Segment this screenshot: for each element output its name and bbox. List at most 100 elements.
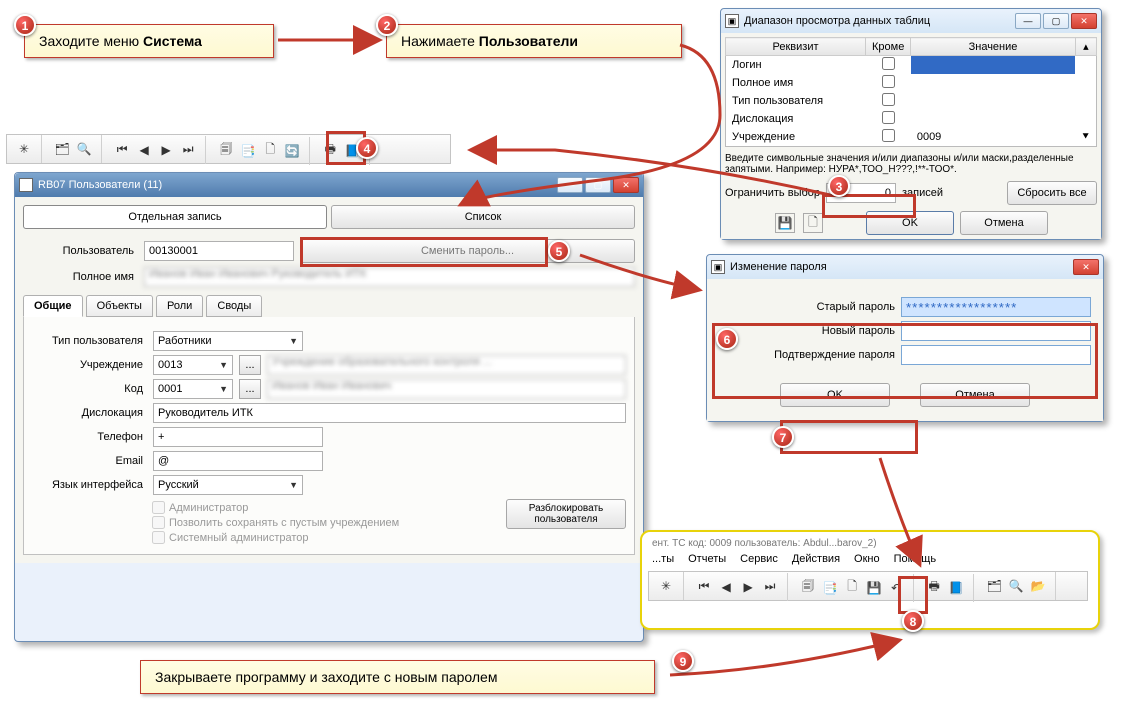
close-button[interactable]: ✕ (1071, 13, 1097, 29)
unlock-user-button[interactable]: Разблокировать пользователя (506, 499, 626, 529)
nav-prev-icon[interactable]: ◀ (716, 577, 736, 597)
fullname-label: Полное имя (23, 271, 138, 283)
sysadmin-checkbox[interactable] (152, 531, 165, 544)
range-value[interactable] (911, 110, 1075, 128)
nav-last-icon[interactable]: ⏭ (178, 140, 198, 160)
toolbar-icon[interactable]: 🗐 (216, 141, 236, 161)
save-icon[interactable]: 💾 (864, 578, 884, 598)
range-dialog-titlebar[interactable]: ▣ Диапазон просмотра данных таблиц — ▢ ✕ (721, 9, 1101, 33)
list-button[interactable]: Список (331, 205, 635, 229)
marker-7: 7 (772, 426, 794, 448)
range-row-login[interactable]: Логин (726, 56, 1097, 75)
minimize-button[interactable]: — (557, 177, 583, 193)
except-checkbox[interactable] (882, 75, 895, 88)
range-row-usertype[interactable]: Тип пользователя (726, 92, 1097, 110)
menu-item[interactable]: Действия (792, 553, 840, 565)
range-hint: Введите символьные значения и/или диапаз… (725, 153, 1097, 175)
col-value[interactable]: Значение (911, 38, 1075, 56)
tab-reports[interactable]: Своды (206, 295, 262, 317)
range-row-institution[interactable]: Учреждение 0009 ⯆ (726, 128, 1097, 147)
toolbar-icon[interactable]: 📑 (820, 578, 840, 598)
email-input[interactable] (153, 451, 323, 471)
tab-common[interactable]: Общие (23, 295, 83, 317)
combo-value: 0001 (158, 383, 182, 395)
admin-checkbox[interactable] (152, 501, 165, 514)
toolbar-icon[interactable]: ✳ (656, 576, 676, 596)
menu-item[interactable]: Помощь (894, 553, 937, 565)
user-input[interactable] (144, 241, 294, 261)
except-checkbox[interactable] (882, 57, 895, 70)
code-browse-button[interactable]: ... (239, 379, 261, 399)
menu-item[interactable]: ...ты (652, 553, 674, 565)
institution-browse-button[interactable]: ... (239, 355, 261, 375)
nav-first-icon[interactable]: ⏮ (112, 140, 132, 160)
allowempty-checkbox[interactable] (152, 516, 165, 529)
location-input[interactable] (153, 403, 626, 423)
book-icon: ▣ (725, 14, 739, 28)
reset-all-button[interactable]: Сбросить все (1007, 181, 1097, 205)
institution-combo[interactable]: 0013▼ (153, 355, 233, 375)
col-except[interactable]: Кроме (866, 38, 911, 56)
range-value[interactable] (911, 92, 1075, 110)
old-password-input[interactable] (901, 297, 1091, 317)
close-button[interactable]: ✕ (1073, 259, 1099, 275)
usertype-combo[interactable]: Работники▼ (153, 331, 303, 351)
users-titlebar[interactable]: ▣ RB07 Пользователи (11) — ▢ ✕ (15, 173, 643, 197)
tab-objects[interactable]: Объекты (86, 295, 153, 317)
marker-6: 6 (716, 328, 738, 350)
code-combo[interactable]: 0001▼ (153, 379, 233, 399)
range-dialog-title: Диапазон просмотра данных таблиц (744, 15, 930, 27)
toolbar-icon[interactable]: ✳ (14, 139, 34, 159)
toolbar-icon[interactable]: 📂 (1028, 576, 1048, 596)
range-value[interactable] (911, 56, 1075, 75)
menu-item[interactable]: Отчеты (688, 553, 726, 565)
save-filter-icon[interactable]: 💾 (775, 213, 795, 233)
combo-value: Русский (158, 479, 199, 491)
toolbar-icon[interactable]: 🗂 (52, 139, 72, 159)
except-checkbox[interactable] (882, 129, 895, 142)
minimize-button[interactable]: — (1015, 13, 1041, 29)
toolbar-icon[interactable]: 📑 (238, 141, 258, 161)
toolbar-icon[interactable]: 🔍 (1006, 576, 1026, 596)
maximize-button[interactable]: ▢ (1043, 13, 1069, 29)
nav-last-icon[interactable]: ⏭ (760, 577, 780, 597)
toolbar-icon[interactable]: 🗋 (260, 141, 280, 161)
toolbar-icon[interactable]: 🔍 (74, 139, 94, 159)
range-value[interactable] (911, 74, 1075, 92)
range-row-location[interactable]: Дислокация (726, 110, 1097, 128)
code-desc: Иванов Иван Иванович (267, 379, 626, 399)
range-row-fullname[interactable]: Полное имя (726, 74, 1097, 92)
lang-combo[interactable]: Русский▼ (153, 475, 303, 495)
callout-9-text: Закрываете программу и заходите с новым … (155, 669, 497, 685)
lang-label: Язык интерфейса (32, 479, 147, 491)
close-button[interactable]: ✕ (613, 177, 639, 193)
maximize-button[interactable]: ▢ (585, 177, 611, 193)
open-filter-icon[interactable]: 🗋 (803, 213, 823, 233)
menu-item[interactable]: Окно (854, 553, 880, 565)
toolbar-icon[interactable]: 📘 (946, 578, 966, 598)
range-cancel-button[interactable]: Отмена (960, 211, 1048, 235)
admin-checkbox-label: Администратор (169, 502, 248, 514)
phone-input[interactable] (153, 427, 323, 447)
toolbar-icon[interactable]: 🗐 (798, 578, 818, 598)
toolbar-icon[interactable]: 🗋 (842, 578, 862, 598)
toolbar-icon[interactable]: 🗂 (984, 576, 1004, 596)
nav-first-icon[interactable]: ⏮ (694, 577, 714, 597)
old-password-label: Старый пароль (817, 301, 895, 313)
limit-label: Ограничить выбор (725, 187, 820, 199)
except-checkbox[interactable] (882, 111, 895, 124)
fullname-input[interactable]: Иванов Иван Иванович Руководитель ИТК (144, 267, 635, 287)
menu-item[interactable]: Сервис (740, 553, 778, 565)
tab-roles[interactable]: Роли (156, 295, 203, 317)
nav-next-icon[interactable]: ▶ (738, 577, 758, 597)
range-value[interactable]: 0009 (911, 128, 1075, 147)
except-checkbox[interactable] (882, 93, 895, 106)
single-record-button[interactable]: Отдельная запись (23, 205, 327, 229)
marker-2: 2 (376, 14, 398, 36)
nav-prev-icon[interactable]: ◀ (134, 140, 154, 160)
toolbar-refresh-icon[interactable]: 🔄 (282, 141, 302, 161)
nav-next-icon[interactable]: ▶ (156, 140, 176, 160)
col-requisite[interactable]: Реквизит (726, 38, 866, 56)
combo-value: 0013 (158, 359, 182, 371)
password-titlebar[interactable]: ▣ Изменение пароля ✕ (707, 255, 1103, 279)
